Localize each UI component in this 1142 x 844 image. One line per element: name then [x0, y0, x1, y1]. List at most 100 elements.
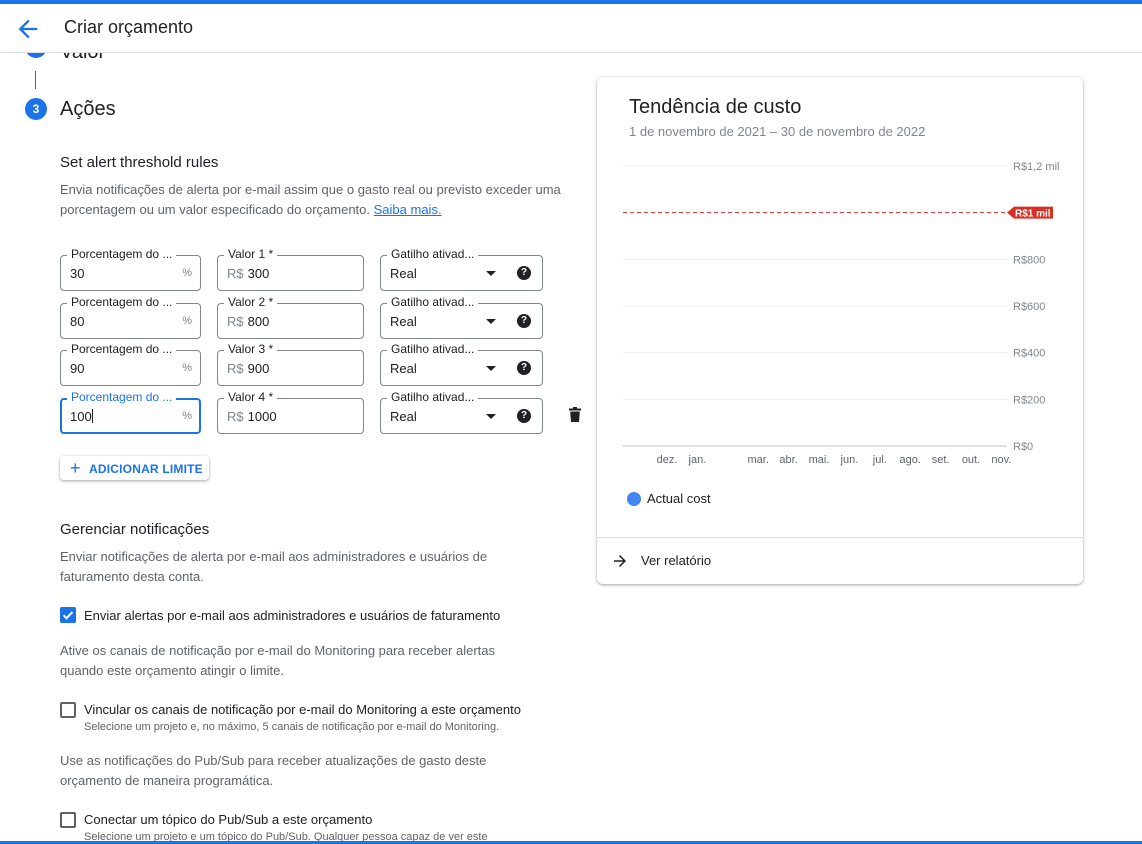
x-tick-label: set.: [932, 454, 950, 466]
currency-prefix: R$: [227, 409, 244, 424]
learn-more-link[interactable]: Saiba mais.: [374, 202, 442, 217]
page-header: Criar orçamento: [0, 4, 1142, 53]
trigger-value: Real: [390, 361, 417, 376]
y-tick-label: R$400: [1013, 348, 1045, 360]
budget-label: R$1 mil: [1015, 209, 1051, 220]
email-admins-checkbox[interactable]: [60, 607, 76, 623]
check-icon: [62, 611, 74, 620]
amount-field-label: Valor 3 *: [224, 342, 278, 356]
dropdown-arrow-icon: [486, 366, 496, 371]
y-tick-label: R$800: [1013, 254, 1045, 266]
trigger-select-label: Gatilho ativad...: [387, 390, 479, 404]
page-title: Criar orçamento: [64, 17, 194, 37]
help-icon[interactable]: ?: [517, 361, 531, 375]
percent-value: 90: [70, 361, 85, 376]
dropdown-arrow-icon: [486, 319, 496, 324]
trigger-select[interactable]: Gatilho ativad... Real ?: [380, 295, 543, 339]
trigger-value: Real: [390, 266, 417, 281]
trigger-select-label: Gatilho ativad...: [387, 342, 479, 356]
help-icon[interactable]: ?: [517, 266, 531, 280]
x-tick-label: mar.: [747, 454, 768, 466]
x-tick-label: jul.: [872, 454, 887, 466]
dropdown-arrow-icon: [486, 414, 496, 419]
view-report-label: Ver relatório: [641, 553, 712, 568]
percent-value: 100: [70, 409, 92, 424]
percent-field-focused[interactable]: Porcentagem do ... 100 %: [60, 390, 201, 434]
amount-value-wrap: R$ 1000: [227, 409, 277, 424]
trigger-value: Real: [390, 314, 417, 329]
currency-prefix: R$: [227, 314, 244, 329]
text-caret: [91, 409, 93, 423]
percent-field-label: Porcentagem do ...: [67, 342, 177, 356]
amount-field[interactable]: Valor 4 * R$ 1000: [217, 390, 364, 434]
help-icon[interactable]: ?: [517, 409, 531, 423]
trigger-value: Real: [390, 409, 417, 424]
percent-field-label: Porcentagem do ...: [67, 390, 177, 404]
trigger-select-label: Gatilho ativad...: [387, 295, 479, 309]
add-threshold-label: ADICIONAR LIMITE: [89, 462, 203, 476]
amount-field-label: Valor 1 *: [224, 247, 278, 261]
monitoring-description: Ative os canais de notificação por e-mai…: [60, 643, 496, 678]
email-admins-label[interactable]: Enviar alertas por e-mail aos administra…: [84, 608, 500, 623]
percent-suffix: %: [182, 267, 192, 279]
x-tick-label: abr.: [779, 454, 797, 466]
percent-field[interactable]: Porcentagem do ... 80 %: [60, 295, 201, 339]
x-tick-label: jan.: [688, 454, 707, 466]
cost-trend-card: Tendência de custo 1 de novembro de 2021…: [597, 77, 1083, 584]
threshold-description: Envia notificações de alerta por e-mail …: [60, 180, 570, 220]
percent-value: 80: [70, 314, 85, 329]
pubsub-checkbox[interactable]: [60, 812, 76, 828]
notifications-description: Enviar notificações de alerta por e-mail…: [60, 549, 488, 584]
threshold-section-title: Set alert threshold rules: [60, 154, 219, 171]
percent-field-label: Porcentagem do ...: [67, 247, 177, 261]
amount-field-label: Valor 4 *: [224, 390, 278, 404]
percent-field[interactable]: Porcentagem do ... 30 %: [60, 247, 201, 291]
trigger-select[interactable]: Gatilho ativad... Real ?: [380, 390, 543, 434]
percent-suffix: %: [182, 410, 192, 422]
amount-value: 1000: [247, 409, 277, 424]
monitoring-checkbox[interactable]: [60, 702, 76, 718]
currency-prefix: R$: [227, 361, 244, 376]
y-tick-label: R$0: [1013, 441, 1033, 453]
amount-field[interactable]: Valor 1 * R$ 300: [217, 247, 364, 291]
currency-prefix: R$: [227, 266, 244, 281]
view-report-link[interactable]: Ver relatório: [597, 538, 1083, 584]
percent-field[interactable]: Porcentagem do ... 90 %: [60, 342, 201, 386]
amount-field[interactable]: Valor 2 * R$ 800: [217, 295, 364, 339]
percent-value: 30: [70, 266, 85, 281]
arrow-back-icon[interactable]: [14, 15, 42, 43]
amount-field-label: Valor 2 *: [224, 295, 278, 309]
arrow-forward-icon: [614, 555, 626, 567]
x-tick-label: mai.: [809, 454, 830, 466]
amount-value-wrap: R$ 900: [227, 361, 269, 376]
percent-suffix: %: [182, 362, 192, 374]
trash-icon[interactable]: [569, 407, 581, 422]
cost-trend-chart: R$0 R$200 R$400 R$600 R$800 R$1,2 mil R$1 mil d…: [623, 161, 1059, 466]
y-tick-label: R$1,2 mil: [1013, 161, 1059, 173]
amount-value: 300: [247, 266, 270, 281]
add-threshold-button[interactable]: + ADICIONAR LIMITE: [60, 456, 209, 480]
legend-swatch-actual-cost: [627, 492, 641, 506]
help-icon[interactable]: ?: [517, 314, 531, 328]
amount-value: 900: [247, 361, 270, 376]
trigger-select[interactable]: Gatilho ativad... Real ?: [380, 247, 543, 291]
plus-icon: +: [70, 458, 81, 478]
amount-value-wrap: R$ 800: [227, 314, 269, 329]
percent-value-wrap: 100: [70, 409, 93, 424]
threshold-description-text: Envia notificações de alerta por e-mail …: [60, 182, 561, 217]
x-tick-label: dez.: [657, 454, 678, 466]
monitoring-label[interactable]: Vincular os canais de notificação por e-…: [84, 702, 521, 717]
percent-suffix: %: [182, 315, 192, 327]
amount-field[interactable]: Valor 3 * R$ 900: [217, 342, 364, 386]
x-tick-label: nov.: [991, 454, 1011, 466]
step-title-acoes: Ações: [60, 98, 116, 120]
trigger-select[interactable]: Gatilho ativad... Real ?: [380, 342, 543, 386]
y-tick-label: R$200: [1013, 394, 1045, 406]
x-tick-label: ago.: [899, 454, 920, 466]
legend-label-actual-cost: Actual cost: [647, 491, 711, 506]
percent-field-label: Porcentagem do ...: [67, 295, 177, 309]
y-tick-label: R$600: [1013, 301, 1045, 313]
trigger-select-label: Gatilho ativad...: [387, 247, 479, 261]
pubsub-label[interactable]: Conectar um tópico do Pub/Sub a este orç…: [84, 812, 372, 827]
step-number-badge: 3: [25, 98, 47, 120]
